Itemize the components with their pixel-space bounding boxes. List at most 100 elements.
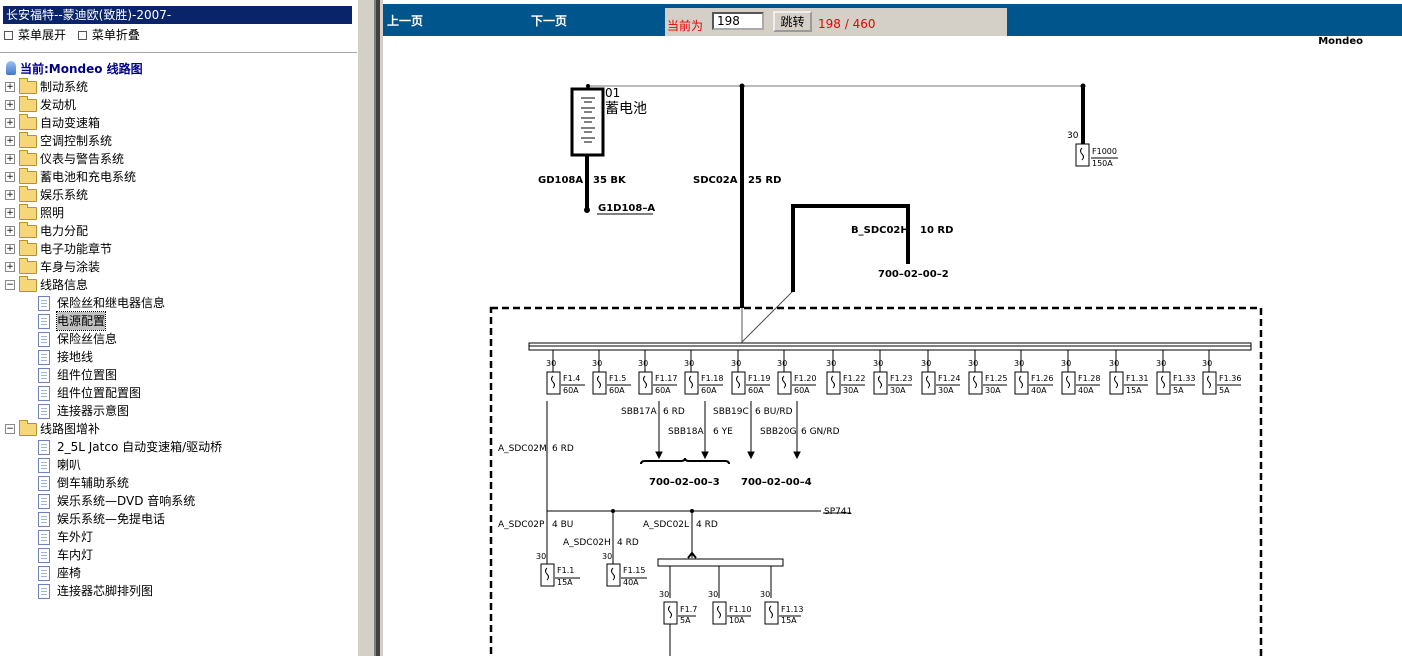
tree-item-label: 连接器芯脚排列图 (57, 584, 154, 598)
panel-title: 长安福特--蒙迪欧(致胜)-2007- (3, 6, 352, 24)
tree-item-label: 娱乐系统—免提电话 (57, 512, 166, 526)
document-icon (38, 458, 50, 473)
fuse-rating: 15A (1126, 386, 1142, 395)
wire-spec: 4 RD (696, 520, 718, 530)
page-ref-link[interactable]: 700–02–00–3 (649, 477, 720, 488)
current-page-label: 当前为 (667, 19, 704, 33)
tree-item-label-selected: 电源配置 (55, 311, 107, 331)
wire-label: SBB18A (668, 427, 705, 437)
fuse-name: F1.13 (781, 605, 803, 614)
expand-toggle-icon[interactable]: + (5, 208, 15, 218)
wire-label: SDC02A (693, 175, 738, 186)
splitter-edge (376, 0, 380, 656)
pin-label: 30 (708, 590, 718, 599)
pin-label: 30 (731, 359, 741, 368)
tree-folder-label: 制动系统 (40, 80, 89, 94)
expand-toggle-icon[interactable]: + (5, 244, 15, 254)
fuse-name: F1.26 (1031, 374, 1053, 383)
fuse-rating: 30A (938, 386, 954, 395)
divider (0, 52, 357, 53)
expand-toggle-icon[interactable]: + (5, 190, 15, 200)
expand-all-button[interactable]: 菜单展开 (4, 27, 66, 43)
tree-folder-label: 电力分配 (40, 224, 89, 238)
page-ref-link[interactable]: 700–02–00–4 (741, 477, 812, 488)
page-number-input[interactable] (712, 12, 764, 30)
tree-folder-label: 线路图增补 (40, 422, 101, 436)
fuse-name: F1.20 (794, 374, 816, 383)
wire-label: GD108A (538, 175, 583, 186)
pin-label: 30 (659, 590, 669, 599)
document-icon (38, 314, 50, 329)
collapse-toggle-icon[interactable]: − (5, 280, 15, 290)
tree-item-label: 组件位置配置图 (57, 386, 142, 400)
pin-label: 30 (873, 359, 883, 368)
fuse-name: F1.36 (1219, 374, 1241, 383)
fuse-rating: 60A (748, 386, 764, 395)
expand-toggle-icon[interactable]: + (5, 100, 15, 110)
fuse-name: F1.1 (557, 566, 574, 575)
pin-label: 30 (592, 359, 602, 368)
fuse-rating: 15A (781, 616, 797, 625)
fuse-name: F1.31 (1126, 374, 1148, 383)
document-icon (38, 404, 50, 419)
fuse-rating: 60A (609, 386, 625, 395)
go-button[interactable]: 跳转 (773, 11, 812, 32)
tree-folder-label: 仪表与警告系统 (40, 152, 125, 166)
document-icon (38, 530, 50, 545)
pin-label: 30 (684, 359, 694, 368)
document-icon (38, 476, 50, 491)
wire-spec: 25 RD (748, 175, 781, 186)
fuse-rating: 60A (794, 386, 810, 395)
expand-toggle-icon[interactable]: + (5, 82, 15, 92)
pin-label: 30 (1109, 359, 1119, 368)
fuse-name: F1.7 (680, 605, 697, 614)
page-ref-link[interactable]: 700–02–00–2 (878, 269, 949, 280)
next-page-link[interactable]: 下一页 (531, 12, 567, 29)
collapse-all-button[interactable]: 菜单折叠 (77, 27, 140, 43)
fuse-rating: 40A (623, 578, 639, 587)
pin-label: 30 (602, 552, 612, 561)
wire-label: SBB20G (760, 427, 797, 437)
wire-label: A_SDC02L (643, 520, 689, 530)
document-icon (38, 512, 50, 527)
tree-item-label: 座椅 (57, 566, 82, 580)
expand-toggle-icon[interactable]: + (5, 262, 15, 272)
tree-item-label: 娱乐系统—DVD 音响系统 (57, 494, 196, 508)
fuse-name: F1.10 (729, 605, 751, 614)
fuse-name: F1.23 (890, 374, 912, 383)
collapse-toggle-icon[interactable]: − (5, 424, 15, 434)
tree-folder-label: 电子功能章节 (40, 242, 113, 256)
wire-spec: 4 BU (552, 520, 573, 530)
expand-toggle-icon[interactable]: + (5, 118, 15, 128)
ground-point-label: G1D108–A (598, 203, 655, 214)
expand-toggle-icon[interactable]: + (5, 172, 15, 182)
wire-label: A_SDC02H (563, 538, 611, 548)
fuse-name: F1.18 (701, 374, 723, 383)
left-nav-panel: 长安福特--蒙迪欧(致胜)-2007- 菜单展开 菜单折叠 当前:Mondeo … (0, 0, 357, 656)
fuse-rating: 5A (680, 616, 691, 625)
pin-label: 30 (968, 359, 978, 368)
pin-label: 30 (1202, 359, 1212, 368)
fuse-name: F1.24 (938, 374, 960, 383)
tree-item-label: 保险丝和继电器信息 (57, 296, 166, 310)
expand-toggle-icon[interactable]: + (5, 136, 15, 146)
expand-toggle-icon[interactable]: + (5, 154, 15, 164)
pin-label: 30 (1014, 359, 1024, 368)
pin-label: 30 (760, 590, 770, 599)
pin-label: 30 (1067, 131, 1079, 141)
expand-toggle-icon[interactable]: + (5, 226, 15, 236)
tree-item-label: 倒车辅助系统 (57, 476, 130, 490)
prev-page-link[interactable]: 上一页 (387, 12, 423, 29)
diagram-static (489, 83, 1263, 656)
expand-icon (4, 31, 13, 40)
document-icon (38, 584, 50, 599)
splice-label: SP741 (824, 507, 852, 517)
fuse-row: 30 F1.4 60A 30 F1.5 60A 30 F1.17 60A 30 F1.18 60A 30… (546, 350, 1241, 395)
document-icon (38, 368, 50, 383)
splitter-highlight (357, 0, 358, 656)
pin-label: 30 (536, 552, 546, 561)
battery-number: 01 (605, 86, 620, 100)
collapse-icon (77, 31, 87, 40)
pin-label: 30 (1156, 359, 1166, 368)
frame-splitter[interactable] (357, 0, 383, 656)
